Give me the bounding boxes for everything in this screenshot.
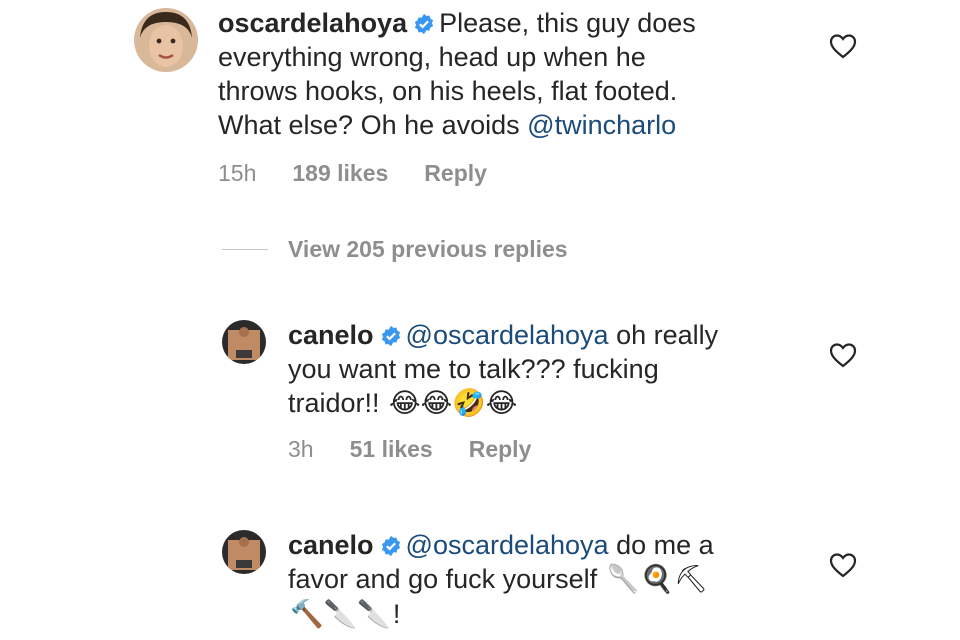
divider [222,249,268,250]
mention-link[interactable]: @twincharlo [527,110,676,140]
comment-text: canelo @oscardelahoya do me a favor and g… [288,528,808,632]
comment-text-line: oh really [608,320,719,350]
likes-count[interactable]: 189 likes [292,160,388,186]
comment-text-line: throws hooks, on his heels, flat footed. [218,76,678,106]
avatar-canelo[interactable] [222,320,266,364]
verified-badge-icon [415,13,434,35]
emoji-tools-icon: 🥄🍳⛏ [606,564,709,595]
emoji-weapons-icon: 🔨🔪🔪 [290,599,391,630]
comment-text-line: everything wrong, head up when he [218,42,646,72]
comment-time: 15h [218,160,257,186]
comment-text-line: Please, this guy does [439,8,696,38]
verified-badge-icon [381,535,400,557]
reply-button[interactable]: Reply [424,160,487,186]
comment-meta: 15h 189 likes Reply [218,160,523,187]
mention-link[interactable]: @oscardelahoya [406,530,609,560]
comment-text-line: favor and go fuck yourself [288,564,605,594]
mention-link[interactable]: @oscardelahoya [406,320,609,350]
heart-icon[interactable] [828,551,858,579]
avatar-canelo[interactable] [222,530,266,574]
comment-text: canelo @oscardelahoya oh really you want … [288,318,808,421]
comment-username[interactable]: canelo [288,530,374,560]
comment-text-line: do me a [608,530,714,560]
heart-icon[interactable] [828,32,858,60]
comment-time: 3h [288,436,314,462]
verified-badge-icon [381,325,400,347]
emoji-laughing-icon: 😂😂🤣😂 [389,388,518,419]
comment-username[interactable]: canelo [288,320,374,350]
comment-text-line: What else? Oh he avoids [218,110,528,140]
avatar-oscardelahoya[interactable] [134,8,198,72]
likes-count[interactable]: 51 likes [350,436,433,462]
comment-text-line: traidor!! [288,388,388,418]
view-replies-label[interactable]: View 205 previous replies [288,236,568,263]
comment-meta: 3h 51 likes Reply [288,436,567,463]
comment-text: oscardelahoya Please, this guy does every… [218,6,778,142]
heart-icon[interactable] [828,341,858,369]
comment-username[interactable]: oscardelahoya [218,8,407,38]
reply-button[interactable]: Reply [469,436,532,462]
comment-trailing-text: ! [392,599,401,629]
comment-text-line: you want me to talk??? fucking [288,354,659,384]
view-previous-replies[interactable]: View 205 previous replies [222,236,568,263]
